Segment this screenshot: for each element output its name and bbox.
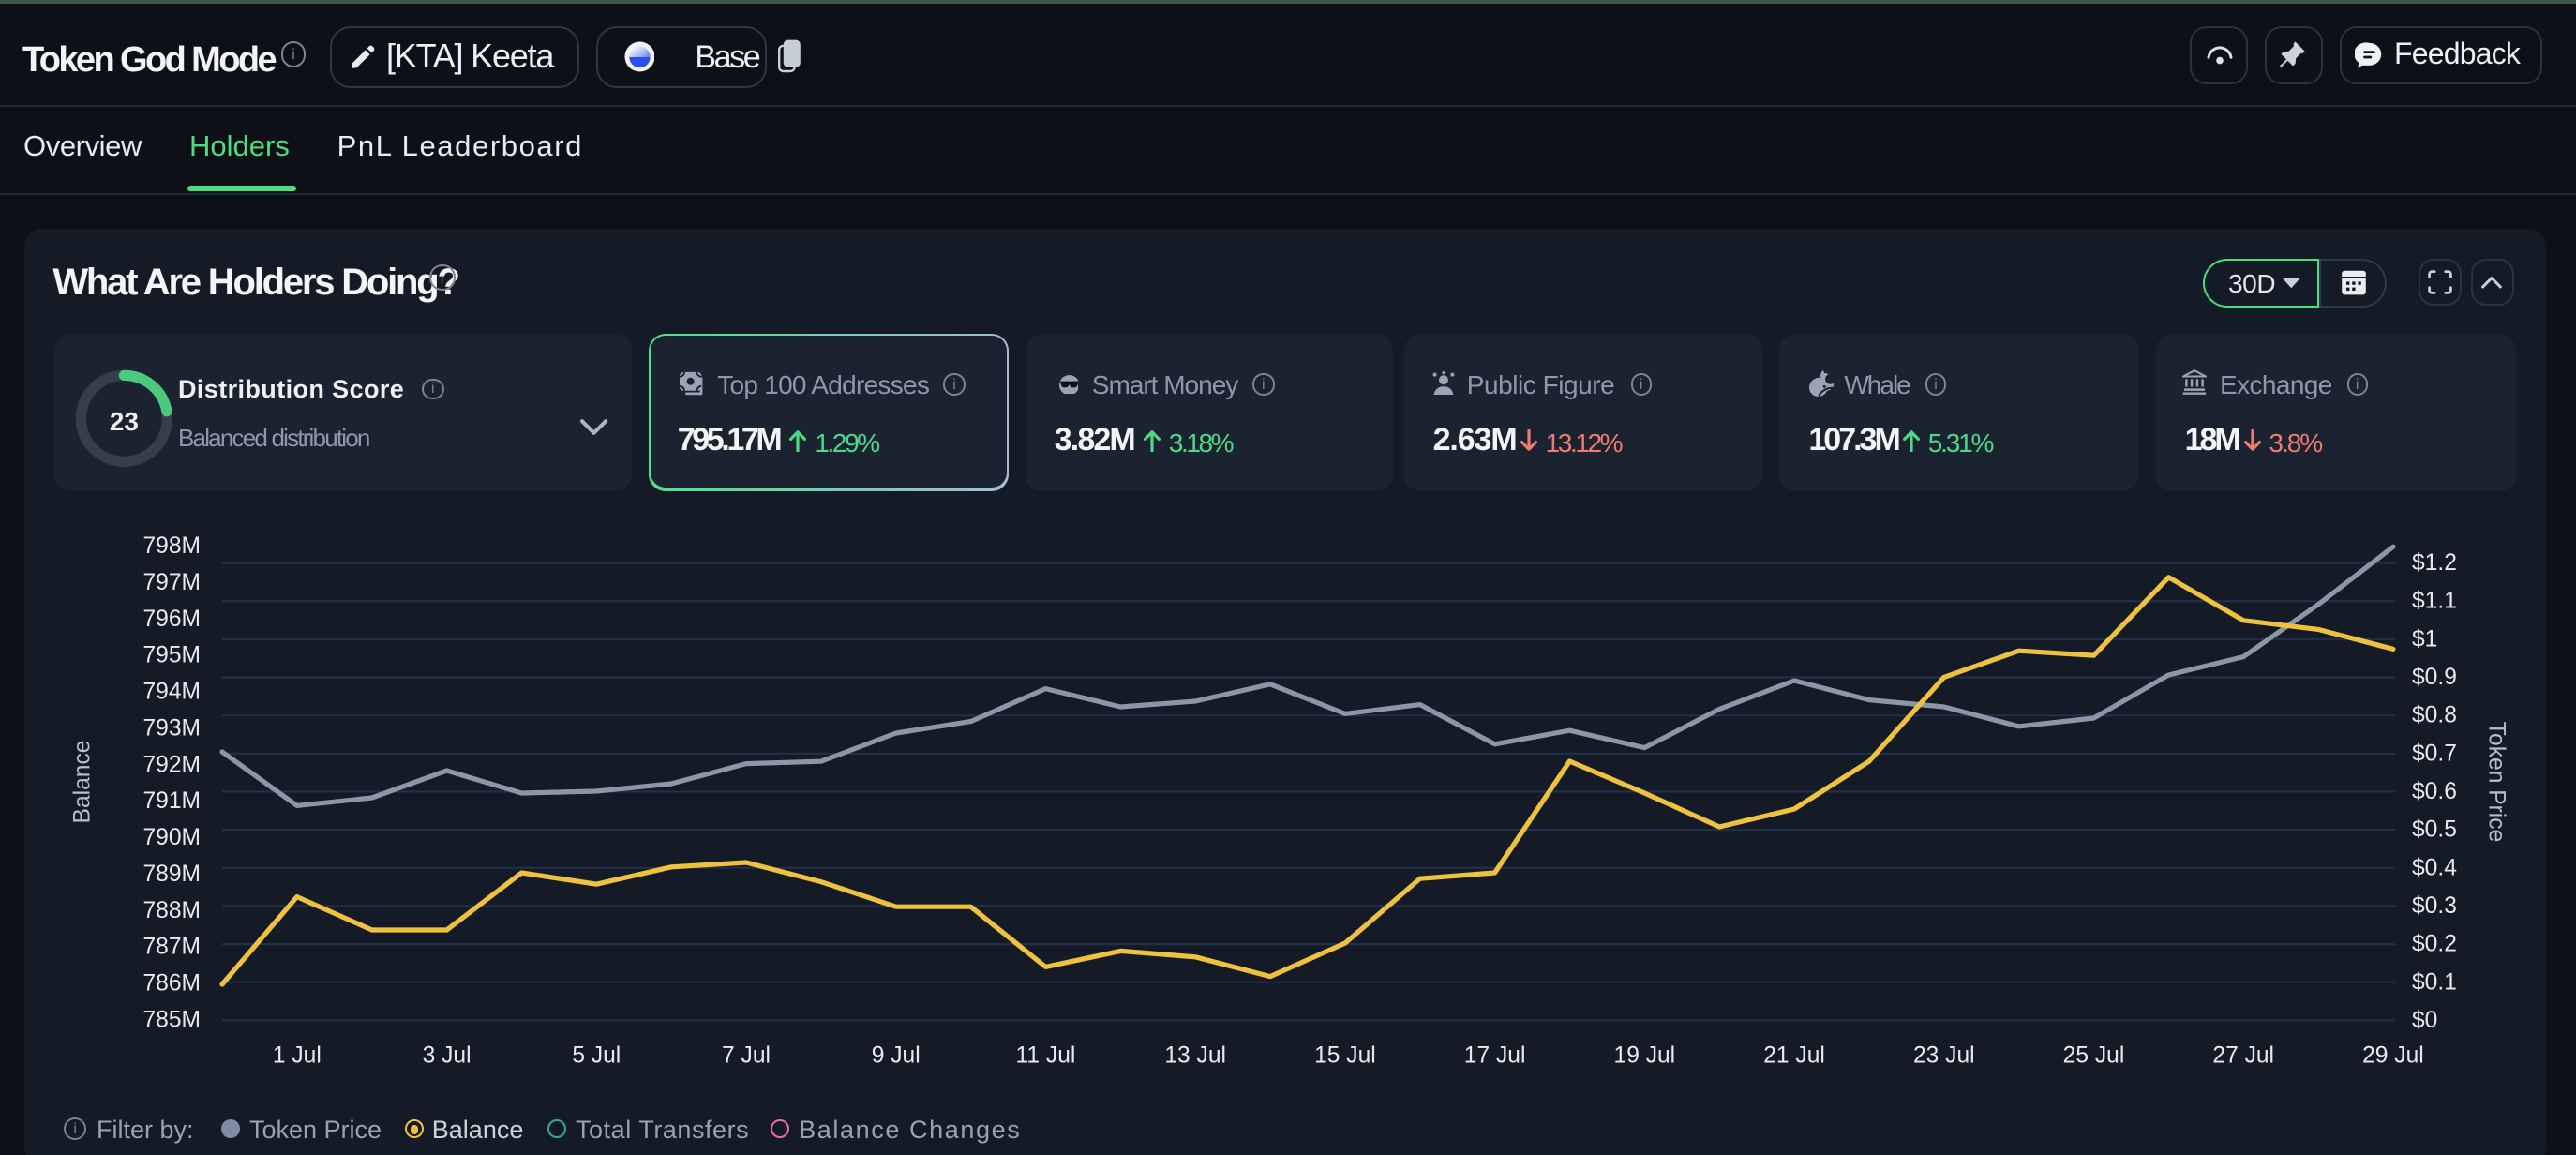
svg-text:795M: 795M xyxy=(142,643,201,668)
svg-text:787M: 787M xyxy=(142,935,201,960)
svg-text:797M: 797M xyxy=(142,570,201,595)
svg-text:790M: 790M xyxy=(142,825,201,850)
svg-text:13 Jul: 13 Jul xyxy=(1164,1043,1226,1069)
svg-text:791M: 791M xyxy=(142,788,201,814)
svg-text:27 Jul: 27 Jul xyxy=(2212,1043,2274,1069)
svg-text:$1.1: $1.1 xyxy=(2412,589,2457,614)
svg-text:$0.7: $0.7 xyxy=(2412,741,2457,766)
svg-text:$1.2: $1.2 xyxy=(2412,550,2457,576)
svg-text:$0.3: $0.3 xyxy=(2412,893,2457,919)
svg-text:$0.5: $0.5 xyxy=(2412,818,2457,843)
svg-text:$0.4: $0.4 xyxy=(2412,855,2457,880)
svg-text:Token Price: Token Price xyxy=(2484,722,2509,843)
svg-text:$0.6: $0.6 xyxy=(2412,779,2457,804)
svg-text:796M: 796M xyxy=(142,607,201,632)
svg-text:25 Jul: 25 Jul xyxy=(2063,1043,2125,1069)
svg-text:794M: 794M xyxy=(142,680,201,705)
svg-text:21 Jul: 21 Jul xyxy=(1763,1043,1825,1069)
svg-text:$0.1: $0.1 xyxy=(2412,969,2457,995)
svg-text:789M: 789M xyxy=(142,862,201,887)
svg-text:9 Jul: 9 Jul xyxy=(872,1043,921,1069)
svg-text:29 Jul: 29 Jul xyxy=(2362,1043,2424,1069)
svg-text:$0.9: $0.9 xyxy=(2412,665,2457,690)
svg-text:798M: 798M xyxy=(142,533,201,559)
svg-text:$0: $0 xyxy=(2412,1008,2437,1033)
svg-text:$0.8: $0.8 xyxy=(2412,703,2457,728)
svg-text:Balance: Balance xyxy=(70,741,96,824)
svg-text:11 Jul: 11 Jul xyxy=(1016,1043,1076,1069)
svg-text:15 Jul: 15 Jul xyxy=(1314,1043,1376,1069)
svg-text:5 Jul: 5 Jul xyxy=(572,1043,621,1069)
svg-text:23 Jul: 23 Jul xyxy=(1913,1043,1975,1069)
svg-text:$1: $1 xyxy=(2412,626,2437,652)
svg-text:1 Jul: 1 Jul xyxy=(273,1043,322,1069)
svg-text:3 Jul: 3 Jul xyxy=(423,1043,472,1069)
svg-text:785M: 785M xyxy=(142,1007,201,1032)
svg-text:792M: 792M xyxy=(142,752,201,777)
svg-text:788M: 788M xyxy=(142,898,201,923)
svg-text:19 Jul: 19 Jul xyxy=(1614,1043,1676,1069)
svg-text:7 Jul: 7 Jul xyxy=(722,1043,771,1069)
svg-text:17 Jul: 17 Jul xyxy=(1464,1043,1526,1069)
svg-text:$0.2: $0.2 xyxy=(2412,932,2457,957)
svg-text:793M: 793M xyxy=(142,715,201,741)
svg-text:786M: 786M xyxy=(142,971,201,997)
